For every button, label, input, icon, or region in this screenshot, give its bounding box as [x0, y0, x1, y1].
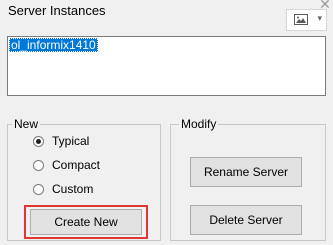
radio-compact[interactable]: Compact [33, 157, 100, 173]
image-dropdown-button[interactable]: ▾ [286, 9, 327, 31]
window-title: Server Instances [8, 3, 106, 18]
modify-groupbox: Modify Rename Server Delete Server [170, 117, 326, 241]
radio-custom-label: Custom [52, 182, 94, 196]
radio-custom-indicator[interactable] [33, 183, 44, 195]
delete-server-button[interactable]: Delete Server [190, 205, 302, 235]
radio-custom[interactable]: Custom [33, 181, 93, 197]
new-groupbox: New Typical Compact Custom Create New [7, 117, 161, 241]
radio-compact-indicator[interactable] [33, 159, 44, 171]
server-instances-window: Server Instances ✕ ▾ ol_informix1410 New… [0, 0, 333, 245]
rename-server-button[interactable]: Rename Server [190, 157, 302, 187]
radio-typical-indicator[interactable] [33, 135, 44, 147]
create-new-button[interactable]: Create New [30, 209, 142, 235]
radio-typical[interactable]: Typical [33, 133, 89, 149]
list-item[interactable]: ol_informix1410 [9, 38, 98, 52]
radio-typical-label: Typical [52, 134, 90, 148]
chevron-down-icon: ▾ [317, 13, 322, 23]
new-group-legend: New [12, 117, 41, 131]
server-instances-list[interactable]: ol_informix1410 [7, 36, 326, 96]
modify-group-legend: Modify [179, 117, 219, 131]
radio-compact-label: Compact [52, 158, 101, 172]
image-icon [294, 14, 308, 25]
